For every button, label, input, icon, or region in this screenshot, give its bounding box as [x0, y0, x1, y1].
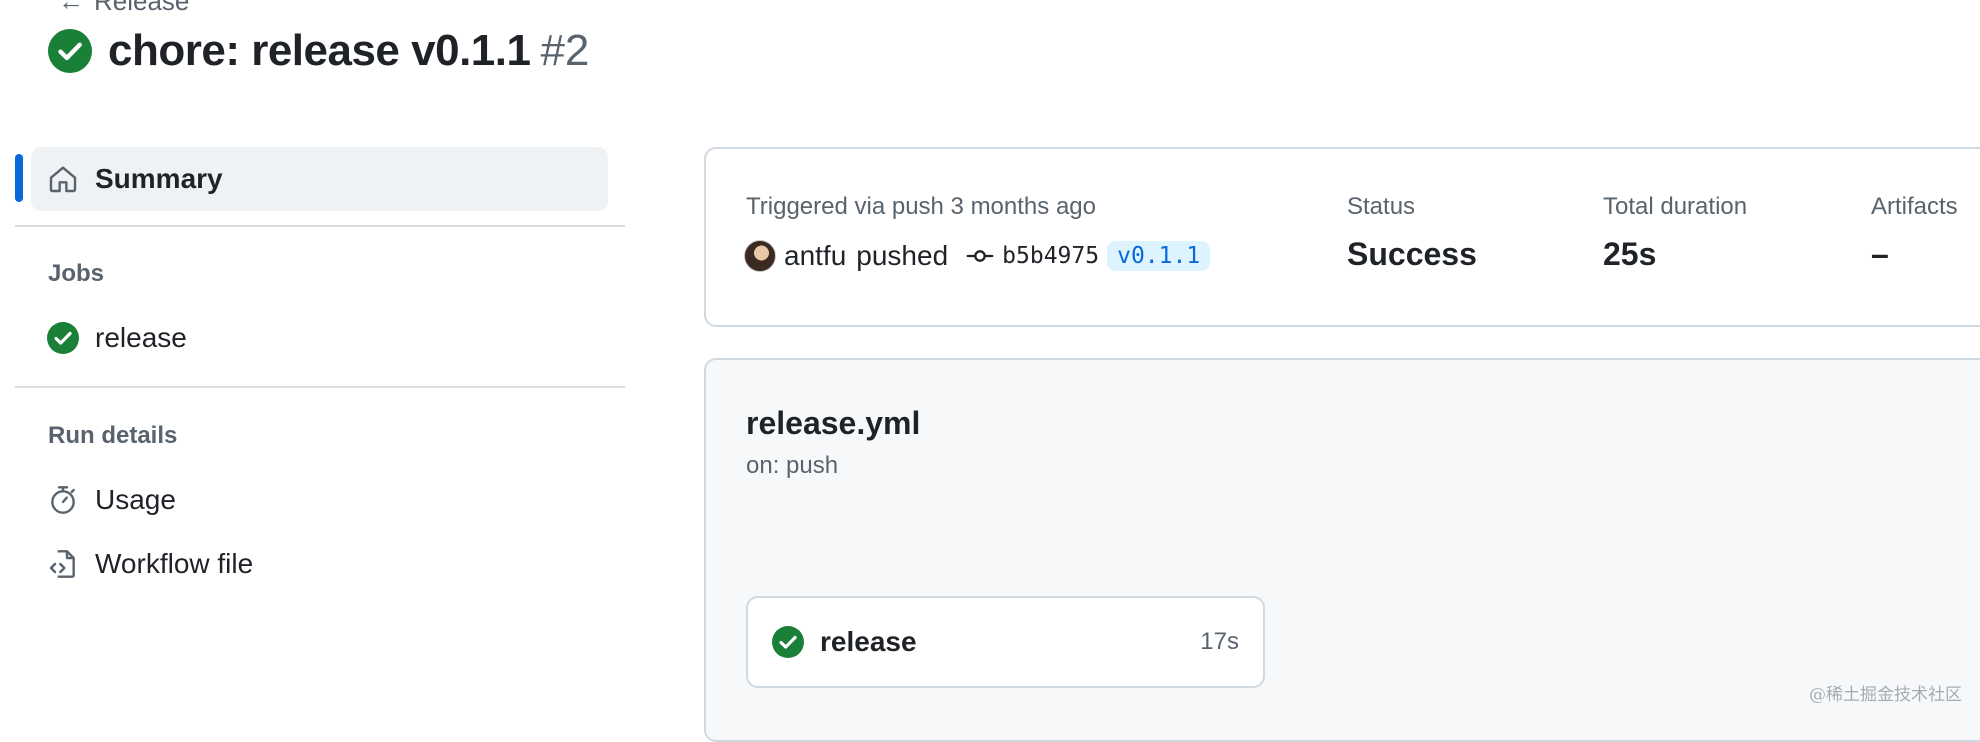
sidebar-item-usage[interactable]: Usage — [47, 484, 176, 516]
workflow-file-name: release.yml — [746, 405, 921, 441]
status-value: Success — [1347, 236, 1477, 272]
check-circle-icon — [48, 29, 92, 73]
back-link[interactable]: ← Release — [58, 0, 189, 17]
run-title-row: chore: release v0.1.1 #2 — [48, 26, 589, 76]
trigger-description: Triggered via push 3 months ago — [746, 193, 1096, 220]
artifacts-label: Artifacts — [1871, 193, 1958, 220]
sidebar-item-usage-label: Usage — [95, 484, 176, 515]
check-circle-icon — [47, 322, 79, 354]
commit-sha-link[interactable]: b5b4975 — [1002, 243, 1099, 269]
sidebar-item-job-label: release — [95, 322, 187, 353]
job-name: release — [820, 626, 917, 657]
sidebar-divider — [15, 225, 625, 227]
run-number: #2 — [540, 26, 590, 75]
back-link-label: Release — [94, 0, 190, 16]
stopwatch-icon — [51, 486, 75, 514]
push-action-text: pushed — [856, 240, 949, 271]
status-label: Status — [1347, 193, 1416, 220]
run-summary-card — [704, 147, 1980, 327]
jobs-heading: Jobs — [48, 260, 105, 287]
sidebar-item-job-release[interactable]: release — [47, 322, 187, 354]
active-nav-indicator — [15, 154, 23, 202]
sidebar-item-workflow-file-label: Workflow file — [95, 548, 254, 579]
arrow-left-icon: ← — [58, 0, 84, 16]
job-node-release[interactable]: release 17s — [746, 596, 1265, 688]
artifacts-value: – — [1871, 236, 1889, 272]
sidebar-item-summary-label: Summary — [95, 163, 223, 194]
avatar[interactable] — [744, 240, 776, 272]
file-code-icon — [49, 550, 75, 578]
sidebar-divider — [15, 386, 625, 388]
check-circle-icon — [772, 626, 804, 658]
sidebar-item-summary[interactable]: Summary — [31, 147, 608, 211]
page-title: chore: release v0.1.1 — [108, 26, 531, 75]
git-commit-icon — [966, 250, 994, 262]
job-duration: 17s — [1200, 628, 1239, 655]
run-details-heading: Run details — [48, 422, 178, 449]
total-duration-label: Total duration — [1603, 193, 1748, 220]
watermark: @稀土掘金技术社区 — [1809, 685, 1962, 705]
tag-badge[interactable]: v0.1.1 — [1107, 241, 1211, 271]
sidebar-item-workflow-file[interactable]: Workflow file — [47, 548, 253, 580]
author-link[interactable]: antfu — [784, 240, 846, 272]
trigger-details: antfu pushed b5b4975 v0.1.1 — [744, 240, 1211, 272]
home-icon — [49, 166, 77, 193]
workflow-trigger: on: push — [746, 452, 839, 479]
total-duration-value: 25s — [1603, 236, 1657, 272]
